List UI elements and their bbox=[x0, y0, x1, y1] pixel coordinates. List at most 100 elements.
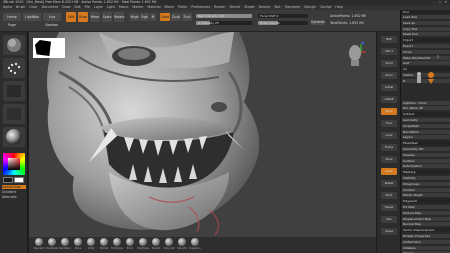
right-shelf-button[interactable]: Scroll bbox=[381, 60, 397, 67]
tray-row[interactable]: Copy Tool bbox=[402, 26, 450, 31]
right-shelf-button[interactable]: Solo bbox=[381, 216, 397, 223]
scale-button[interactable]: Scale bbox=[102, 12, 112, 22]
brush-sphere-icon[interactable] bbox=[100, 238, 108, 246]
tray-row[interactable]: Clone bbox=[402, 49, 450, 54]
tray-row[interactable]: Save As bbox=[402, 20, 450, 25]
z-intensity-slider[interactable]: Z Intensity 25 bbox=[196, 21, 252, 25]
brush-sphere-icon[interactable] bbox=[48, 238, 56, 246]
right-shelf-button[interactable]: BPR bbox=[381, 36, 397, 43]
tray-row[interactable]: Lightbox › Tools bbox=[402, 100, 450, 105]
tray-row[interactable]: Deformation bbox=[402, 164, 450, 169]
brush-sphere-icon[interactable] bbox=[61, 238, 69, 246]
right-shelf-button[interactable]: PolyF bbox=[381, 192, 397, 199]
draw-button[interactable]: Draw bbox=[78, 12, 88, 22]
right-shelf-button[interactable]: Frame bbox=[381, 144, 397, 151]
zsub-button[interactable]: Zsub bbox=[171, 13, 181, 21]
tray-row[interactable]: Polygroups bbox=[402, 181, 450, 186]
tool-thumbnails[interactable] bbox=[413, 70, 437, 84]
tray-row[interactable]: NanoMesh bbox=[402, 129, 450, 134]
tray-row[interactable]: Polypaint bbox=[402, 199, 450, 204]
brush-sphere-icon[interactable] bbox=[152, 238, 160, 246]
tray-row[interactable]: ArrayMesh bbox=[402, 123, 450, 128]
tray-row[interactable]: Surface bbox=[402, 158, 450, 163]
secondary-color-swatch[interactable] bbox=[14, 177, 24, 183]
color-picker[interactable] bbox=[3, 153, 25, 175]
brush-thumbnail[interactable] bbox=[3, 35, 25, 55]
brush-sphere-icon[interactable] bbox=[165, 238, 173, 246]
tray-row[interactable]: Contact bbox=[402, 187, 450, 192]
tray-row[interactable]: UV Map bbox=[402, 205, 450, 209]
tray-row[interactable]: Initialize bbox=[402, 245, 450, 250]
tray-row[interactable]: Subtool bbox=[402, 112, 450, 117]
brush-sphere-icon[interactable] bbox=[139, 238, 147, 246]
tray-row[interactable]: Unified Skin bbox=[402, 239, 450, 244]
right-shelf-button[interactable]: AAHalf bbox=[381, 96, 397, 103]
close-button[interactable]: × bbox=[444, 0, 447, 4]
focal-shift-slider[interactable]: Focal Shift 0 bbox=[258, 14, 308, 18]
dynamic-button[interactable]: Dynamic bbox=[311, 20, 325, 25]
right-shelf-button[interactable]: Actual bbox=[381, 84, 397, 91]
move-button[interactable]: Move bbox=[90, 12, 100, 22]
brush-sphere-icon[interactable] bbox=[191, 238, 199, 246]
right-shelf-button[interactable]: Floor bbox=[381, 120, 397, 127]
right-shelf-button[interactable]: Scale bbox=[381, 168, 397, 175]
color-field[interactable] bbox=[8, 158, 20, 170]
live-boolean-button[interactable]: Live Boolean bbox=[43, 13, 61, 27]
stroke-thumbnail[interactable] bbox=[3, 58, 25, 78]
gradient-button[interactable]: Gradient bbox=[2, 190, 26, 194]
mrgb-button[interactable]: Mrgb bbox=[130, 13, 139, 21]
zadd-button[interactable]: Zadd bbox=[160, 13, 170, 21]
tray-row[interactable]: Layers bbox=[402, 135, 450, 140]
right-shelf-button[interactable]: Xpose bbox=[381, 228, 397, 235]
switch-color-button[interactable]: SwitchColor bbox=[2, 185, 26, 189]
tray-row[interactable]: Normal Map bbox=[402, 222, 450, 227]
brush-sphere-icon[interactable] bbox=[126, 238, 134, 246]
draw-size-slider[interactable]: Draw Size 64 bbox=[258, 21, 308, 25]
navigation-head-icon[interactable] bbox=[345, 40, 367, 70]
tray-row[interactable]: Morph Target bbox=[402, 193, 450, 198]
tray-row[interactable]: Paste Tool bbox=[402, 32, 450, 37]
tray-row[interactable]: FiberMesh bbox=[402, 141, 450, 146]
tray-row[interactable]: Export bbox=[402, 44, 450, 48]
zcut-button[interactable]: Zcut bbox=[182, 13, 192, 21]
right-shelf-button[interactable]: SPix 3 bbox=[381, 48, 397, 55]
edit-button[interactable]: Edit bbox=[66, 12, 76, 22]
right-shelf-button[interactable]: Zoom bbox=[381, 72, 397, 79]
right-shelf-button[interactable]: Rotate bbox=[381, 180, 397, 187]
brush-sphere-icon[interactable] bbox=[87, 238, 95, 246]
tray-row[interactable]: Visibility bbox=[402, 176, 450, 180]
right-shelf-button[interactable]: Persp bbox=[381, 108, 397, 115]
maximize-button[interactable]: □ bbox=[438, 0, 441, 4]
tray-row[interactable]: Preview bbox=[402, 152, 450, 157]
right-shelf-button[interactable]: Move bbox=[381, 156, 397, 163]
tray-row[interactable]: Texture Map bbox=[402, 210, 450, 215]
brush-sphere-icon[interactable] bbox=[35, 238, 43, 246]
tray-row[interactable]: Display Properties bbox=[402, 234, 450, 238]
brush-sphere-icon[interactable] bbox=[74, 238, 82, 246]
brush-sphere-icon[interactable] bbox=[113, 238, 121, 246]
texture-thumbnail[interactable] bbox=[3, 104, 25, 124]
right-shelf-button[interactable]: Local bbox=[381, 132, 397, 139]
right-shelf-button[interactable]: Transp bbox=[381, 204, 397, 211]
tray-row[interactable]: Geometry bbox=[402, 118, 450, 122]
rotate-button[interactable]: Rotate bbox=[114, 12, 124, 22]
lightbox-button[interactable]: LightBox bbox=[23, 13, 41, 21]
tray-row[interactable]: Vector Displacement bbox=[402, 228, 450, 233]
tray-row[interactable]: Oni_Mask_48 bbox=[402, 106, 450, 111]
tray-row[interactable]: Displacement Map bbox=[402, 216, 450, 221]
main-color-swatch[interactable] bbox=[3, 177, 13, 183]
home-page-button[interactable]: Home Page bbox=[3, 13, 21, 27]
alternate-button[interactable]: Alternate bbox=[2, 195, 26, 199]
tray-row[interactable]: Import bbox=[402, 38, 450, 43]
alpha-thumbnail[interactable] bbox=[3, 81, 25, 101]
tray-row[interactable]: Masking bbox=[402, 170, 450, 175]
tray-row[interactable]: Geometry HD bbox=[402, 147, 450, 151]
minimize-button[interactable]: – bbox=[434, 0, 436, 4]
brush-sphere-icon[interactable] bbox=[178, 238, 186, 246]
tray-row[interactable]: Load Tool bbox=[402, 15, 450, 19]
rgb-intensity-slider[interactable]: Rgb Intensity 100 bbox=[196, 14, 252, 18]
rgb-button[interactable]: Rgb bbox=[140, 13, 149, 21]
tray-row[interactable]: GoZ bbox=[402, 61, 450, 66]
material-thumbnail[interactable] bbox=[3, 127, 25, 147]
viewport-canvas[interactable] bbox=[29, 32, 376, 237]
